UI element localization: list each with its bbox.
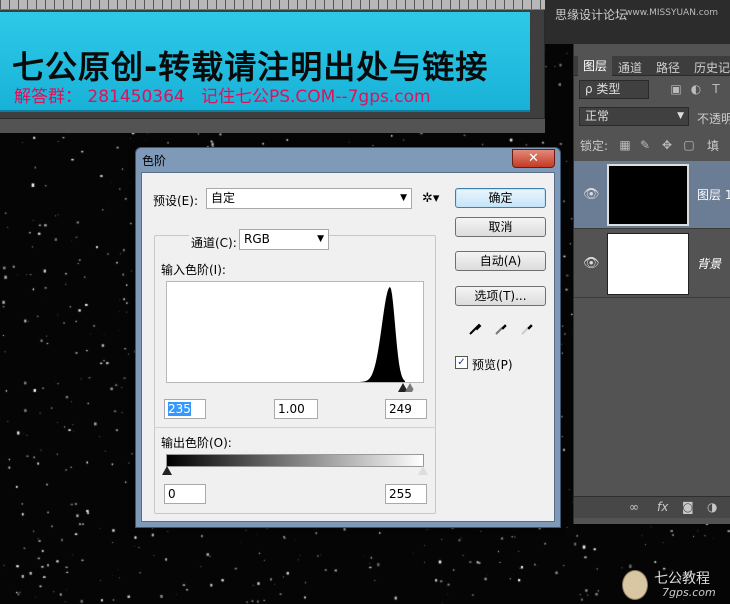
channel-value: RGB [244,232,270,246]
output-black-slider[interactable] [162,466,172,475]
logo-text: 七公教程 [654,571,710,587]
histogram [166,281,424,383]
visibility-eye-icon[interactable]: 👁 [583,187,600,202]
dialog-title: 色阶 [142,154,167,168]
dialog-body: 预设(E): 自定 ▼ ✲▾ 确定 取消 自动(A) 选项(T)... ✓ 预览(… [141,172,555,522]
text-filter-icon[interactable]: T [709,82,723,96]
channel-label: 通道(C): [189,234,239,251]
layer-row-1[interactable]: 👁 图层 1 [574,161,730,229]
output-black-field[interactable]: 0 [164,484,206,504]
divider [154,427,436,428]
output-white-field[interactable]: 255 [385,484,427,504]
horizontal-ruler [0,0,545,10]
auto-button[interactable]: 自动(A) [455,251,546,271]
input-levels-label: 输入色阶(I): [161,263,226,277]
chevron-down-icon: ▼ [400,193,407,203]
site-logo: 七公教程 7gps.com [616,566,728,602]
cancel-button[interactable]: 取消 [455,217,546,237]
input-black-field[interactable]: 235 [164,399,206,419]
input-gamma-value: 1.00 [278,402,305,416]
layer-name: 背景 [697,257,722,271]
channel-select[interactable]: RGB ▼ [239,229,329,250]
preview-checkbox[interactable]: ✓ [455,356,468,369]
preset-value: 自定 [211,191,236,205]
output-white-value: 255 [389,487,412,501]
tab-history[interactable]: 历史记 [694,59,730,76]
white-eyedropper-icon[interactable] [519,321,535,337]
input-white-value: 249 [389,402,412,416]
logo-url: 7gps.com [662,586,716,599]
options-button[interactable]: 选项(T)... [455,286,546,306]
layers-panel: 图层 通道 路径 历史记 ρ 类型 ▣ ◐ T 正常 ▼ 不透明 锁定: ▦ ✎ … [573,44,730,524]
fx-icon[interactable]: fx [657,500,668,514]
blend-mode-value: 正常 [585,109,610,123]
input-white-field[interactable]: 249 [385,399,427,419]
layer-thumbnail [607,233,689,295]
adjustment-icon[interactable]: ◑ [707,500,717,514]
preset-gear-icon[interactable]: ✲▾ [422,191,439,206]
histogram-peak [360,287,405,382]
close-button[interactable]: ✕ [512,149,555,168]
tab-paths[interactable]: 路径 [656,59,680,76]
mask-icon[interactable]: ◙ [682,500,694,514]
banner-image: 七公原创-转载请注明出处与链接 解答群： 281450364 记住七公PS.CO… [0,12,530,112]
horizontal-scrollbar[interactable] [0,118,545,133]
visibility-eye-icon[interactable]: 👁 [583,256,600,271]
fill-label: 填 [707,139,720,153]
black-eyedropper-icon[interactable] [467,321,483,337]
output-levels-label: 输出色阶(O): [161,436,232,450]
lock-pixels-icon[interactable]: ▦ [618,138,632,152]
preview-label: 预览(P) [472,358,513,372]
panel-tabs: 图层 通道 路径 历史记 [574,56,730,77]
chevron-down-icon: ▼ [317,234,324,244]
watermark-text: 思缘设计论坛 [555,8,628,22]
output-black-value: 0 [168,487,176,501]
lock-label: 锁定: [580,139,609,153]
adjust-filter-icon[interactable]: ◐ [689,82,703,96]
layer-filter-select[interactable]: ρ 类型 [579,80,649,99]
preset-label: 预设(E): [153,194,198,208]
panel-footer: ∞ fx ◙ ◑ [574,496,730,518]
lock-all-icon[interactable]: ▢ [682,138,696,152]
document-window: 七公原创-转载请注明出处与链接 解答群： 281450364 记住七公PS.CO… [0,0,545,133]
tab-layers[interactable]: 图层 [578,56,613,77]
output-gradient [166,454,424,467]
tab-channels[interactable]: 通道 [618,59,642,76]
filter-label: ρ 类型 [585,82,621,96]
image-filter-icon[interactable]: ▣ [669,82,683,96]
gray-eyedropper-icon[interactable] [493,321,509,337]
top-right-bar: 思缘设计论坛 www.MISSYUAN.com [545,0,730,44]
layer-name: 图层 1 [697,188,730,202]
lock-position-icon[interactable]: ✥ [660,138,674,152]
blend-mode-select[interactable]: 正常 ▼ [579,107,689,126]
banner-subtitle: 解答群： 281450364 记住七公PS.COM--7gps.com [14,87,431,107]
opacity-label: 不透明 [697,112,730,126]
output-white-slider[interactable] [418,466,428,475]
input-black-value: 235 [168,402,191,416]
input-white-slider[interactable] [412,383,422,392]
watermark-url: www.MISSYUAN.com [625,8,719,18]
layer-thumbnail [607,164,689,226]
lock-brush-icon[interactable]: ✎ [638,138,652,152]
ok-button[interactable]: 确定 [455,188,546,208]
logo-avatar-icon [622,570,648,600]
link-icon[interactable]: ∞ [629,500,639,514]
input-gamma-field[interactable]: 1.00 [274,399,318,419]
levels-dialog: 色阶 ✕ 预设(E): 自定 ▼ ✲▾ 确定 取消 自动(A) 选项(T)... … [135,147,561,528]
preset-select[interactable]: 自定 ▼ [206,188,412,209]
layer-row-background[interactable]: 👁 背景 [574,230,730,298]
